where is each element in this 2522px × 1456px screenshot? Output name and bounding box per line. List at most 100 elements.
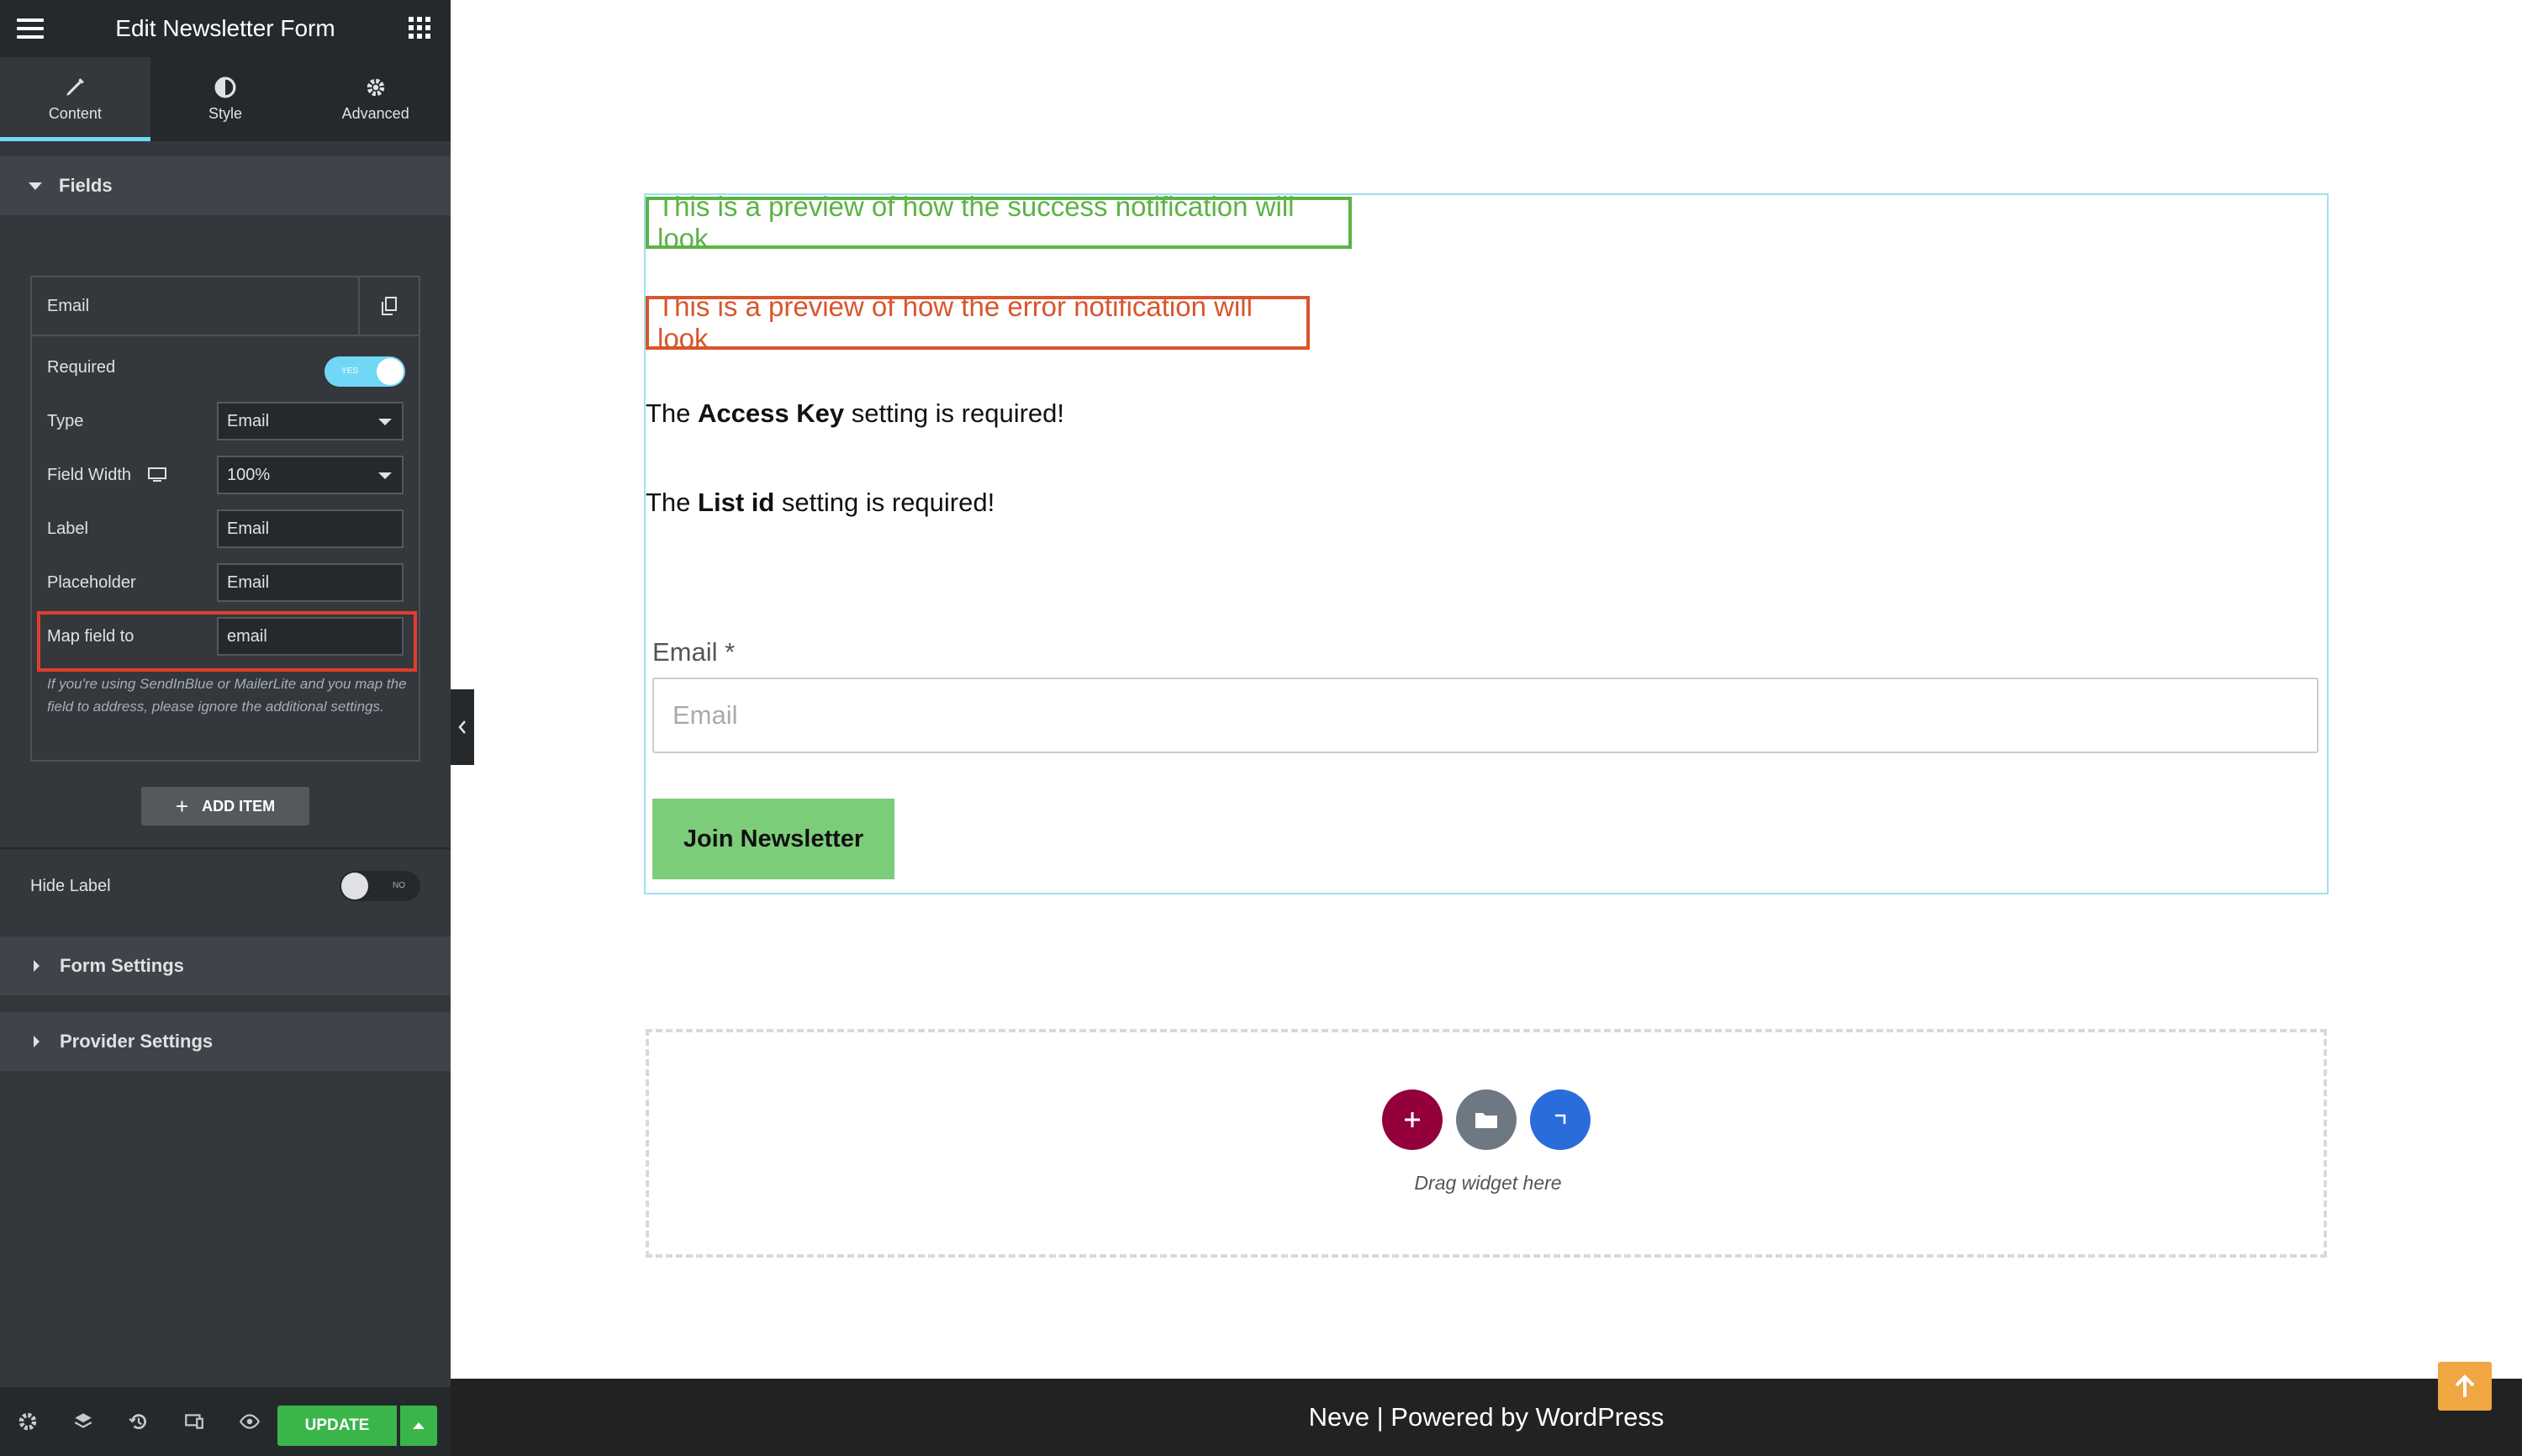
fields-section-header[interactable]: Fields: [0, 156, 451, 215]
plus-icon: +: [175, 793, 189, 819]
msg-text: setting is required!: [774, 488, 995, 517]
pencil-icon: [66, 77, 85, 96]
repeater-item-title: Email: [47, 296, 90, 315]
tab-label: Advanced: [341, 104, 409, 122]
field-width-text: Field Width: [47, 465, 132, 484]
settings-gear-icon[interactable]: [17, 1411, 39, 1432]
section-title: Provider Settings: [60, 1031, 214, 1052]
arrow-up-icon: [2455, 1374, 2475, 1397]
email-field[interactable]: Email: [652, 678, 2319, 753]
required-label: Required: [47, 357, 116, 377]
duplicate-icon[interactable]: [358, 277, 419, 335]
neve-logo-icon: [1555, 1114, 1566, 1124]
access-key-message: The Access Key setting is required!: [646, 398, 1064, 429]
hide-label-toggle[interactable]: NO: [340, 871, 420, 901]
caret-up-icon: [413, 1422, 425, 1429]
toggle-knob: [377, 358, 404, 385]
placeholder-input[interactable]: Email: [217, 563, 404, 602]
msg-text: The: [646, 398, 699, 428]
field-width-label: Field Width: [47, 466, 217, 485]
tab-content[interactable]: Content: [0, 57, 150, 141]
email-field-label: Email *: [652, 637, 736, 667]
section-title: Form Settings: [60, 955, 184, 976]
widgets-grid-icon[interactable]: [409, 17, 430, 39]
caret-right-icon: [34, 960, 40, 972]
placeholder-value: Email: [227, 572, 270, 592]
plus-icon: [1405, 1112, 1420, 1127]
section-title: Fields: [59, 175, 113, 196]
msg-bold: List id: [698, 488, 775, 517]
site-footer: Neve | Powered by WordPress: [451, 1379, 2522, 1456]
panel-title: Edit Newsletter Form: [115, 15, 335, 41]
toggle-text: YES: [341, 367, 359, 376]
scroll-to-top-button[interactable]: [2438, 1362, 2492, 1411]
folder-icon: [1475, 1113, 1497, 1128]
add-section-button[interactable]: [1382, 1089, 1443, 1150]
toggle-text: NO: [393, 881, 405, 890]
success-notification: This is a preview of how the success not…: [646, 191, 1352, 254]
add-item-label: ADD ITEM: [202, 797, 276, 815]
label-input[interactable]: Email: [217, 509, 404, 548]
provider-settings-section-header[interactable]: Provider Settings: [0, 1012, 451, 1071]
tab-style[interactable]: Style: [150, 57, 301, 141]
email-placeholder: Email: [673, 700, 738, 730]
chevron-down-icon: [378, 472, 392, 479]
label-row: Label Email: [47, 509, 405, 548]
msg-text: setting is required!: [844, 398, 1065, 428]
footer-text: Neve | Powered by WordPress: [1308, 1402, 1665, 1432]
field-width-row: Field Width 100%: [47, 456, 405, 494]
required-row: Required YES: [47, 348, 405, 387]
help-text: If you're using SendInBlue or MailerLite…: [47, 676, 407, 715]
error-notification: This is a preview of how the error notif…: [646, 291, 1310, 354]
msg-text: The: [646, 488, 699, 517]
tab-label: Content: [48, 104, 102, 122]
half-circle-icon: [214, 76, 236, 98]
neve-templates-button[interactable]: [1530, 1089, 1591, 1150]
highlight-box: [37, 611, 417, 672]
add-template-button[interactable]: [1456, 1089, 1517, 1150]
placeholder-row: Placeholder Email: [47, 563, 405, 602]
placeholder-label: Placeholder: [47, 572, 136, 592]
history-icon[interactable]: [128, 1411, 150, 1432]
layers-icon[interactable]: [72, 1411, 94, 1432]
required-toggle[interactable]: YES: [324, 356, 405, 387]
field-width-select[interactable]: 100%: [217, 456, 404, 494]
caret-right-icon: [34, 1036, 40, 1047]
eye-icon[interactable]: [239, 1411, 261, 1432]
update-options-button[interactable]: [400, 1406, 437, 1446]
hide-label-row: Hide Label NO: [30, 868, 420, 905]
type-row: Type Email: [47, 402, 405, 440]
desktop-icon[interactable]: [148, 467, 167, 483]
form-settings-section-header[interactable]: Form Settings: [0, 936, 451, 995]
field-width-value: 100%: [227, 465, 271, 484]
repeater-item: Email Required YES Type Email Field Widt…: [30, 276, 420, 762]
type-select[interactable]: Email: [217, 402, 404, 440]
gear-icon: [367, 78, 384, 96]
chevron-down-icon: [378, 419, 392, 425]
type-label: Type: [47, 411, 84, 430]
panel-tabs: Content Style Advanced: [0, 57, 451, 141]
panel-footer: UPDATE: [0, 1387, 451, 1456]
add-item-button[interactable]: + ADD ITEM: [141, 787, 309, 826]
chevron-left-icon: [458, 720, 466, 734]
label-label: Label: [47, 519, 88, 538]
panel-header: Edit Newsletter Form: [0, 0, 451, 57]
update-button[interactable]: UPDATE: [277, 1406, 397, 1446]
list-id-message: The List id setting is required!: [646, 488, 995, 518]
tab-label: Style: [208, 104, 243, 122]
caret-down-icon: [29, 182, 42, 190]
tab-advanced[interactable]: Advanced: [300, 57, 451, 141]
editor-panel: Edit Newsletter Form Content Style Advan…: [0, 0, 451, 1456]
hamburger-menu-icon[interactable]: [17, 18, 44, 39]
drag-widget-hint: Drag widget here: [1414, 1172, 1562, 1194]
responsive-icon[interactable]: [183, 1411, 205, 1432]
msg-bold: Access Key: [698, 398, 845, 428]
repeater-item-header[interactable]: Email: [32, 277, 419, 336]
toggle-knob: [341, 873, 368, 899]
divider: [0, 847, 451, 849]
join-newsletter-button[interactable]: Join Newsletter: [652, 799, 894, 879]
label-value: Email: [227, 519, 270, 538]
hide-label-label: Hide Label: [30, 876, 111, 895]
type-value: Email: [227, 411, 270, 430]
collapse-panel-button[interactable]: [451, 689, 474, 765]
